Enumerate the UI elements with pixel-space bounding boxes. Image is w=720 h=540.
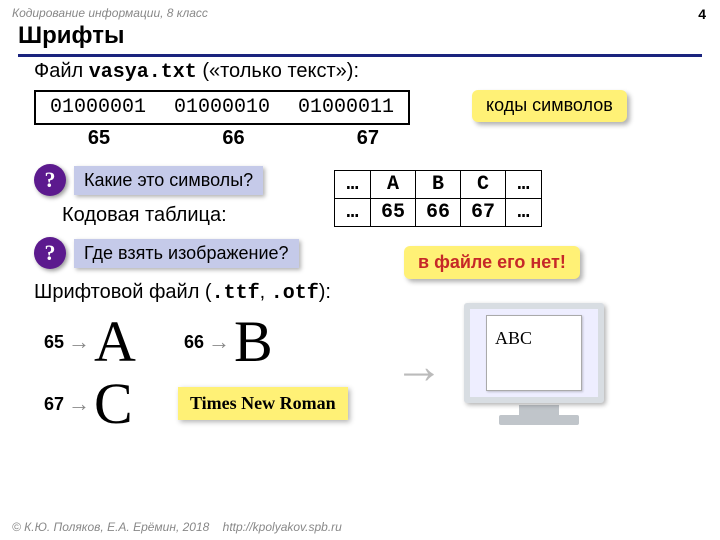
glyph-letter: C — [94, 375, 133, 433]
question-icon: ? — [34, 164, 66, 196]
badge-not-in-file: в файле его нет! — [404, 246, 580, 279]
glyph-letter: A — [94, 313, 136, 371]
glyph-code: 65 — [44, 332, 64, 353]
code-cell: 67 — [461, 199, 506, 227]
fontfile-suffix: ): — [319, 281, 331, 303]
binary-cell: 01000001 — [35, 91, 160, 124]
monitor-screen: ABC — [464, 303, 604, 403]
code-cell: C — [461, 171, 506, 199]
decimal-value: 66 — [168, 127, 298, 150]
glyph-code: 67 — [44, 394, 64, 415]
font-name-badge: Times New Roman — [178, 387, 348, 420]
badge-char-codes: коды символов — [472, 90, 627, 122]
code-cell: 66 — [416, 199, 461, 227]
binary-cell: 01000011 — [284, 91, 409, 124]
monitor-base — [499, 415, 579, 425]
glyph-area: 65 → A 66 → B 67 → C Times New Roman → A… — [34, 309, 694, 449]
arrow-icon: → — [68, 391, 90, 417]
arrow-icon: → — [208, 329, 230, 355]
code-cell: … — [335, 171, 371, 199]
code-cell: 65 — [371, 199, 416, 227]
binary-cell: 01000010 — [160, 91, 284, 124]
file-suffix: («только текст»): — [197, 60, 359, 82]
code-cell: … — [506, 199, 542, 227]
question2-text: Где взять изображение? — [74, 239, 299, 268]
monitor-illustration: ABC — [464, 303, 614, 433]
glyph-item: 66 → B — [184, 313, 273, 371]
subject-header: Кодирование информации, 8 класс — [12, 6, 208, 20]
monitor-stand — [519, 405, 559, 415]
decimal-value: 65 — [34, 127, 164, 150]
code-cell: … — [335, 199, 371, 227]
big-arrow-icon: → — [394, 337, 444, 395]
file-name: vasya.txt — [89, 61, 197, 84]
page-title: Шрифты — [18, 22, 702, 57]
code-cell: A — [371, 171, 416, 199]
footer-copyright: © К.Ю. Поляков, Е.А. Ерёмин, 2018 — [12, 520, 209, 534]
question1-text: Какие это символы? — [74, 166, 263, 195]
code-cell: B — [416, 171, 461, 199]
question-icon: ? — [34, 237, 66, 269]
monitor-text: ABC — [495, 328, 532, 349]
glyph-item: 67 → C — [44, 375, 133, 433]
file-prefix: Файл — [34, 60, 89, 82]
footer-url: http://kpolyakov.spb.ru — [223, 520, 342, 534]
glyph-letter: B — [234, 313, 273, 371]
fontfile-line: Шрифтовой файл (.ttf, .otf): — [34, 281, 694, 305]
fontfile-prefix: Шрифтовой файл ( — [34, 281, 212, 303]
page-number: 4 — [698, 6, 706, 22]
glyph-item: 65 → A — [44, 313, 136, 371]
code-cell: … — [506, 171, 542, 199]
fontfile-ext2: .otf — [271, 282, 319, 305]
file-line: Файл vasya.txt («только текст»): — [34, 60, 694, 84]
decimal-value: 67 — [303, 127, 433, 150]
glyph-code: 66 — [184, 332, 204, 353]
code-table: … A B C … … 65 66 67 … — [334, 170, 542, 227]
fontfile-ext1: .ttf — [212, 282, 260, 305]
fontfile-mid: , — [260, 281, 271, 303]
footer: © К.Ю. Поляков, Е.А. Ерёмин, 2018 http:/… — [12, 520, 342, 534]
monitor-page: ABC — [486, 315, 582, 391]
arrow-icon: → — [68, 329, 90, 355]
binary-table: 01000001 01000010 01000011 — [34, 90, 410, 125]
decimal-row: 65 66 67 — [34, 127, 694, 150]
